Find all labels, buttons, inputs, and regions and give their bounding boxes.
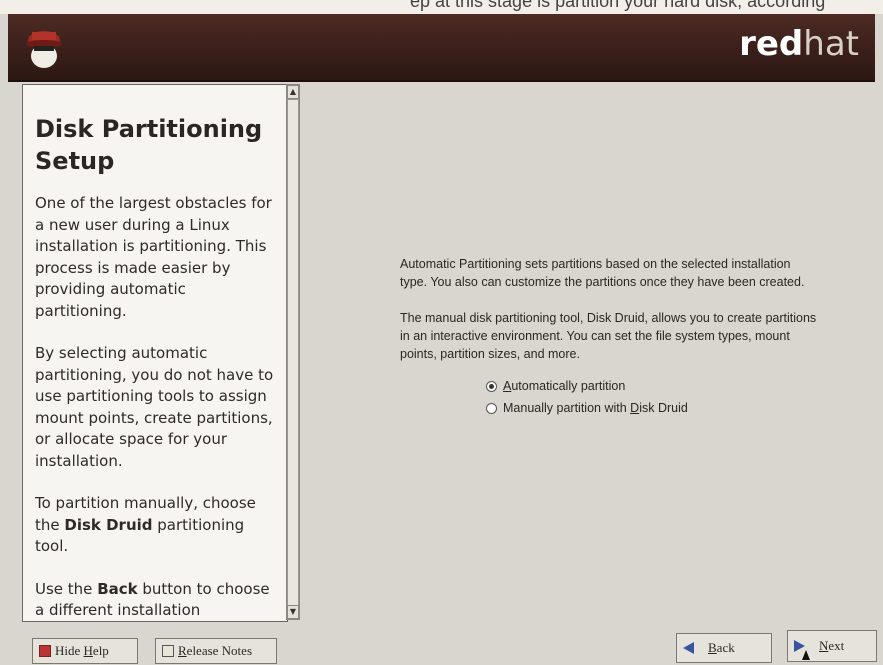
radio-label-automatic: Automatically partition [503, 377, 625, 395]
help-content: Disk Partitioning Setup One of the large… [23, 85, 287, 622]
radio-manually-partition[interactable]: Manually partition with Disk Druid [486, 397, 820, 419]
release-notes-icon [162, 645, 174, 657]
help-title: Disk Partitioning Setup [35, 115, 263, 175]
hide-help-label: Hide Help [55, 643, 109, 659]
back-button[interactable]: Back [676, 633, 772, 663]
label-rest: utomatically partition [511, 379, 626, 393]
help-scrollbar[interactable]: ▲ ▼ [286, 84, 300, 620]
release-notes-label: Release Notes [178, 643, 252, 659]
accel-letter: H [83, 643, 93, 658]
disk-druid-description: The manual disk partitioning tool, Disk … [400, 311, 817, 361]
hide-help-button[interactable]: Hide Help [32, 638, 138, 664]
shadowman-logo-icon [26, 31, 62, 68]
release-notes-button[interactable]: Release Notes [155, 638, 277, 664]
help-paragraph: One of the largest obstacles for a new u… [35, 194, 272, 320]
top-strip-text: ep at this stage is partition your hard … [410, 0, 826, 11]
accel-letter: D [630, 401, 640, 415]
redhat-brand: redhat [739, 24, 859, 64]
partition-method-radio-group: Automatically partition Manually partiti… [486, 375, 820, 419]
help-paragraph-manual: To partition manually, choose the Disk D… [35, 493, 275, 558]
radio-button-unselected[interactable] [486, 402, 497, 414]
label-rest: ack [716, 640, 735, 655]
help-paragraph: By selecting automatic partitioning, you… [35, 344, 274, 470]
installer-header: redhat [8, 14, 875, 82]
help-p3-bold: Disk Druid [64, 515, 153, 534]
label-rest: ext [828, 638, 845, 653]
scroll-thumb[interactable] [287, 99, 299, 607]
label-pre: Hide [55, 643, 84, 658]
help-p4-pre: Use the [35, 579, 98, 598]
label-rest: isk Druid [639, 401, 688, 415]
accel-letter: N [819, 638, 829, 653]
brand-bold: red [739, 24, 804, 64]
help-paragraph-back: Use the Back button to choose a differen… [35, 579, 275, 622]
next-button[interactable]: Next [787, 630, 877, 662]
accel-letter: B [708, 640, 717, 655]
accel-letter: R [178, 643, 187, 658]
mouse-cursor-icon [802, 650, 810, 660]
help-icon [39, 645, 51, 657]
label-rest: elease Notes [186, 643, 253, 658]
back-label: Back [708, 640, 735, 656]
photo-top-strip: ep at this stage is partition your hard … [0, 0, 883, 14]
back-arrow-icon [683, 642, 694, 654]
label-rest: elp [92, 643, 109, 658]
help-panel: Disk Partitioning Setup One of the large… [22, 84, 288, 622]
next-label: Next [819, 638, 844, 654]
scroll-up-arrow-icon[interactable]: ▲ [287, 85, 299, 99]
partition-main-content: Automatic Partitioning sets partitions b… [400, 255, 820, 419]
auto-partition-description: Automatic Partitioning sets partitions b… [400, 257, 805, 289]
radio-automatically-partition[interactable]: Automatically partition [486, 375, 820, 397]
radio-button-selected[interactable] [486, 380, 497, 392]
scroll-down-arrow-icon[interactable]: ▼ [287, 605, 299, 619]
brand-light: hat [803, 24, 859, 64]
radio-label-manual: Manually partition with Disk Druid [503, 399, 688, 417]
help-p4-bold: Back [97, 579, 138, 598]
label-pre: Manually partition with [503, 401, 631, 415]
